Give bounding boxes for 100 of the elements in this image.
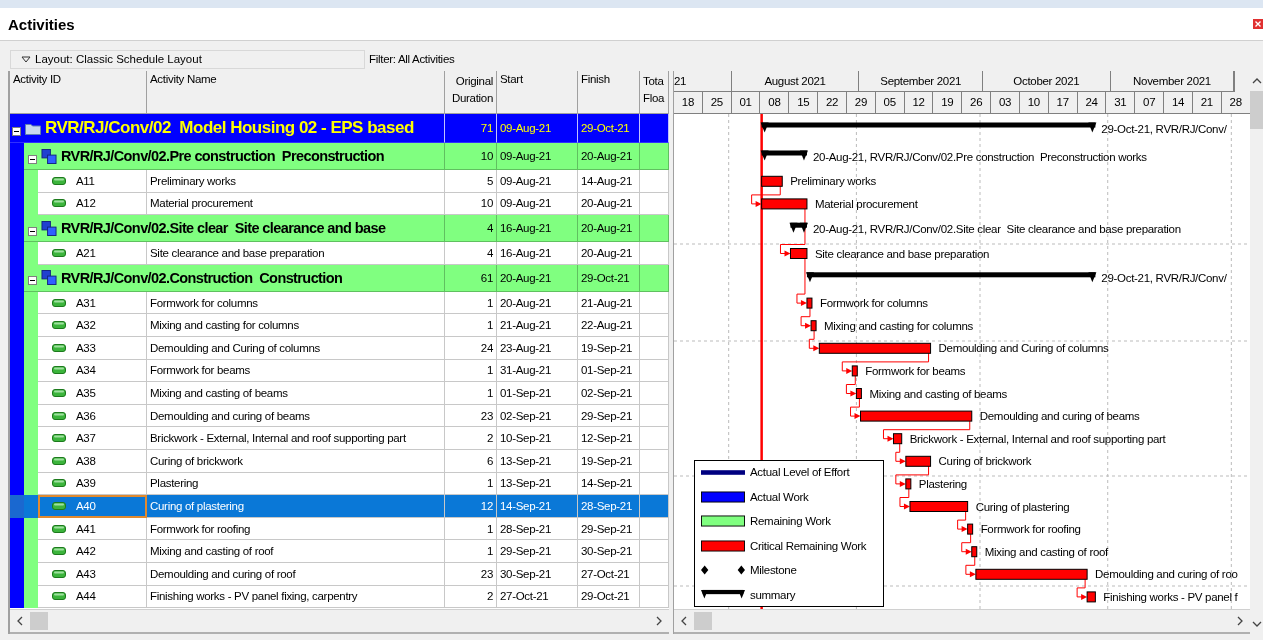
start-date: 01-Sep-21 — [500, 386, 551, 399]
activity-row[interactable]: A37 Brickwork - External, Internal and roof supporting part 2 10-Sep-21 12-Sep-21 — [10, 427, 669, 450]
activity-id: A43 — [76, 567, 96, 580]
collapse-icon[interactable] — [28, 226, 37, 236]
activity-row[interactable]: A38 Curing of brickwork 6 13-Sep-21 19-Sep-21 — [10, 449, 669, 473]
column-header[interactable]: Activity Name — [147, 71, 445, 113]
activity-row[interactable]: A44 Finishing works - PV panel fixing, carpentry 2 27-Oct-21 29-Oct-21 — [10, 585, 669, 609]
activity-id: A37 — [76, 432, 96, 445]
activity-row[interactable]: A31 Formwork for columns 1 20-Aug-21 21-Aug-21 — [10, 291, 669, 315]
activity-bar-icon — [52, 366, 66, 375]
activity-bar[interactable] — [905, 478, 912, 490]
week-header: 25 — [702, 92, 732, 113]
activity-row[interactable]: A35 Mixing and casting of beams 1 01-Sep-21 02-Sep-21 — [10, 382, 669, 405]
activity-row[interactable]: A21 Site clearance and base preparation 4 16-Aug-21 20-Aug-21 — [10, 242, 669, 265]
bar-label: 29-Oct-21, RVR/RJ/Conv/ — [1101, 122, 1227, 135]
wbs-row[interactable]: RVR/RJ/Conv/02.Pre construction Preconstruction 10 09-Aug-21 20-Aug-21 — [10, 143, 669, 170]
activity-id: A34 — [76, 364, 96, 377]
finish-date: 20-Aug-21 — [581, 150, 632, 162]
duration-value: 2 — [486, 432, 493, 445]
activity-bar[interactable] — [855, 388, 862, 399]
bar-label: Demoulding and curing of beams — [979, 410, 1140, 423]
column-header[interactable]: Finish — [578, 71, 640, 113]
start-date: 13-Sep-21 — [500, 477, 551, 490]
scroll-right-icon[interactable] — [1236, 616, 1244, 626]
activity-row[interactable]: A36 Demoulding and curing of beams 23 02-Sep-21 29-Sep-21 — [10, 404, 669, 428]
activity-row[interactable]: A41 Formwork for roofing 1 28-Sep-21 29-Sep-21 — [10, 517, 669, 541]
start-date: 28-Sep-21 — [500, 522, 551, 535]
start-date: 30-Sep-21 — [500, 567, 551, 580]
activity-id: A42 — [76, 545, 96, 558]
week-header: 18 — [674, 92, 703, 113]
finish-date: 14-Aug-21 — [581, 174, 632, 187]
activity-row[interactable]: A42 Mixing and casting of roof 1 29-Sep-21 30-Sep-21 — [10, 540, 669, 563]
activity-id: A21 — [76, 247, 96, 259]
activity-bar[interactable] — [806, 297, 813, 309]
activity-row[interactable]: A32 Mixing and casting for columns 1 21-Aug-21 22-Aug-21 — [10, 314, 669, 337]
scroll-left-icon[interactable] — [16, 616, 24, 626]
duration-value: 1 — [486, 545, 493, 558]
bar-label: Site clearance and base preparation — [814, 247, 990, 260]
scrollbar-thumb[interactable] — [1250, 91, 1263, 129]
wbs-row[interactable]: RVR/RJ/Conv/02.Site clear Site clearance and base 4 16-Aug-21 20-Aug-21 — [10, 215, 669, 243]
month-header: November 2021 — [1110, 71, 1235, 92]
activity-name: Demoulding and Curing of columns — [150, 341, 321, 354]
caret-icon — [21, 55, 31, 63]
activity-bar[interactable] — [967, 523, 974, 535]
finish-date: 27-Oct-21 — [581, 567, 630, 580]
week-header: 19 — [933, 92, 963, 113]
bar-label: Preliminary works — [790, 175, 876, 188]
scrollbar-thumb[interactable] — [30, 612, 48, 630]
milestone-symbol — [701, 564, 745, 577]
activity-id: A44 — [76, 590, 96, 603]
bar-label: Formwork for roofing — [980, 523, 1081, 536]
activity-bar[interactable] — [761, 175, 783, 187]
duration-value: 23 — [480, 409, 493, 422]
activity-bar[interactable] — [851, 365, 858, 377]
layout-dropdown[interactable]: Layout: Classic Schedule Layout — [10, 49, 365, 69]
activity-bar[interactable] — [971, 546, 978, 558]
activity-bar-icon — [52, 479, 66, 488]
legend-label: summary — [750, 588, 796, 601]
dependency-arrow — [965, 556, 976, 578]
bar-label: Formwork for beams — [865, 364, 966, 377]
activity-row[interactable]: A33 Demoulding and Curing of columns 24 23-Aug-21 19-Sep-21 — [10, 336, 669, 360]
activity-id: A32 — [76, 319, 96, 332]
duration-value: 10 — [480, 197, 493, 210]
scroll-down-icon[interactable] — [1251, 620, 1262, 628]
week-header: 29 — [846, 92, 876, 113]
activity-name: Brickwork - External, Internal and roof supporting part — [150, 432, 406, 445]
activity-bar[interactable] — [810, 320, 817, 332]
activity-name: Formwork for beams — [150, 364, 251, 377]
collapse-icon[interactable] — [28, 154, 37, 164]
activity-row[interactable]: A43 Demoulding and curing of roof 23 30-Sep-21 27-Oct-21 — [10, 562, 669, 586]
project-row[interactable]: RVR/RJ/Conv/02 Model Housing 02 - EPS based 71 09-Aug-21 29-Oct-21 — [10, 114, 669, 143]
dependency-arrow — [850, 398, 861, 420]
scroll-left-icon[interactable] — [680, 616, 688, 626]
activity-row[interactable]: A34 Formwork for beams 1 31-Aug-21 01-Sep-21 — [10, 359, 669, 383]
activity-bar-icon — [52, 434, 66, 443]
activity-bar-icon — [52, 592, 66, 601]
activity-id: A31 — [76, 296, 96, 309]
legend-label: Remaining Work — [750, 515, 831, 528]
activity-row[interactable]: A40 Curing of plastering 12 14-Sep-21 28-Sep-21 — [10, 495, 669, 518]
month-header: 21 — [674, 71, 732, 92]
activity-id: A12 — [76, 197, 96, 210]
scrollbar-thumb[interactable] — [694, 612, 712, 630]
activity-bar-icon — [52, 388, 66, 397]
scroll-up-icon[interactable] — [1251, 77, 1262, 85]
scroll-right-icon[interactable] — [655, 616, 663, 626]
filter-label: Filter: All Activities — [369, 53, 455, 65]
column-header[interactable]: Start — [497, 71, 578, 113]
activity-row[interactable]: A11 Preliminary works 5 09-Aug-21 14-Aug-21 — [10, 170, 669, 193]
duration-value: 4 — [486, 247, 493, 259]
legend-label: Critical Remaining Work — [750, 539, 867, 552]
column-header[interactable]: Activity ID — [10, 71, 147, 113]
close-icon[interactable] — [1253, 19, 1263, 29]
activity-id: A33 — [76, 341, 96, 354]
column-header[interactable]: Original Duration — [445, 71, 497, 113]
start-date: 21-Aug-21 — [500, 319, 551, 332]
month-header: September 2021 — [859, 71, 983, 92]
activity-bar-icon — [52, 524, 66, 533]
collapse-icon[interactable] — [12, 126, 21, 136]
collapse-icon[interactable] — [28, 276, 37, 286]
wbs-row[interactable]: RVR/RJ/Conv/02.Construction Construction 61 20-Aug-21 29-Oct-21 — [10, 264, 669, 292]
